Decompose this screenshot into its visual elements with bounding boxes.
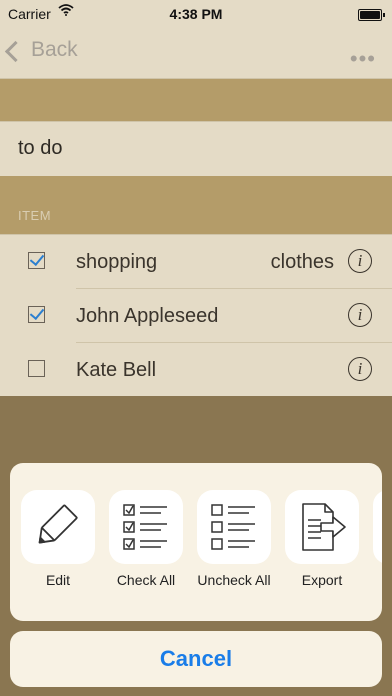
back-button[interactable]: Back bbox=[4, 38, 78, 62]
action-tile bbox=[285, 490, 359, 564]
action-uncheck-all[interactable]: Uncheck All bbox=[197, 490, 271, 588]
info-icon[interactable]: i bbox=[348, 303, 372, 327]
action-check-all[interactable]: Check All bbox=[109, 490, 183, 588]
navigation-bar: Back ••• bbox=[0, 30, 392, 79]
item-label: John Appleseed bbox=[76, 305, 219, 327]
action-label: Uncheck All bbox=[197, 572, 271, 588]
checkbox[interactable] bbox=[28, 360, 45, 377]
action-tile bbox=[21, 490, 95, 564]
checkmark-icon bbox=[29, 250, 45, 267]
list-title-row[interactable]: to do bbox=[0, 121, 392, 177]
list-item[interactable]: Kate Bell i bbox=[0, 343, 392, 397]
action-label: Edit bbox=[45, 572, 71, 588]
next-action-tile[interactable] bbox=[373, 490, 382, 564]
section-header: ITEM bbox=[18, 208, 52, 223]
back-label: Back bbox=[31, 38, 78, 61]
export-document-icon bbox=[302, 503, 346, 551]
action-tile bbox=[197, 490, 271, 564]
spacer-band bbox=[0, 79, 392, 121]
battery-icon bbox=[358, 9, 385, 21]
item-label: shopping bbox=[76, 251, 158, 273]
checkbox[interactable] bbox=[28, 304, 45, 323]
action-export[interactable]: Export bbox=[285, 490, 359, 588]
chevron-left-icon bbox=[4, 40, 27, 62]
status-bar: Carrier 4:38 PM bbox=[0, 0, 392, 30]
item-detail: clothes bbox=[270, 251, 334, 273]
checklist-unchecked-icon bbox=[211, 504, 255, 550]
item-label: Kate Bell bbox=[76, 359, 157, 381]
list-item[interactable]: John Appleseed i bbox=[0, 289, 392, 343]
section-background bbox=[0, 176, 392, 234]
action-sheet: Edit Check All Uncheck All Export bbox=[10, 463, 382, 621]
more-button[interactable]: ••• bbox=[350, 46, 376, 72]
item-list: shopping clothes i John Appleseed i Kate… bbox=[0, 234, 392, 398]
list-item[interactable]: shopping clothes i bbox=[0, 235, 392, 289]
info-icon[interactable]: i bbox=[348, 249, 372, 273]
checklist-checked-icon bbox=[123, 504, 167, 550]
list-title: to do bbox=[18, 137, 63, 159]
pencil-icon bbox=[38, 504, 78, 544]
clock: 4:38 PM bbox=[169, 6, 223, 22]
checkbox[interactable] bbox=[28, 250, 45, 269]
action-label: Export bbox=[301, 572, 343, 588]
checkmark-icon bbox=[29, 304, 45, 321]
action-edit[interactable]: Edit bbox=[21, 490, 95, 588]
action-label: Check All bbox=[116, 572, 176, 588]
action-tile bbox=[109, 490, 183, 564]
info-icon[interactable]: i bbox=[348, 357, 372, 381]
cancel-button[interactable]: Cancel bbox=[10, 631, 382, 687]
